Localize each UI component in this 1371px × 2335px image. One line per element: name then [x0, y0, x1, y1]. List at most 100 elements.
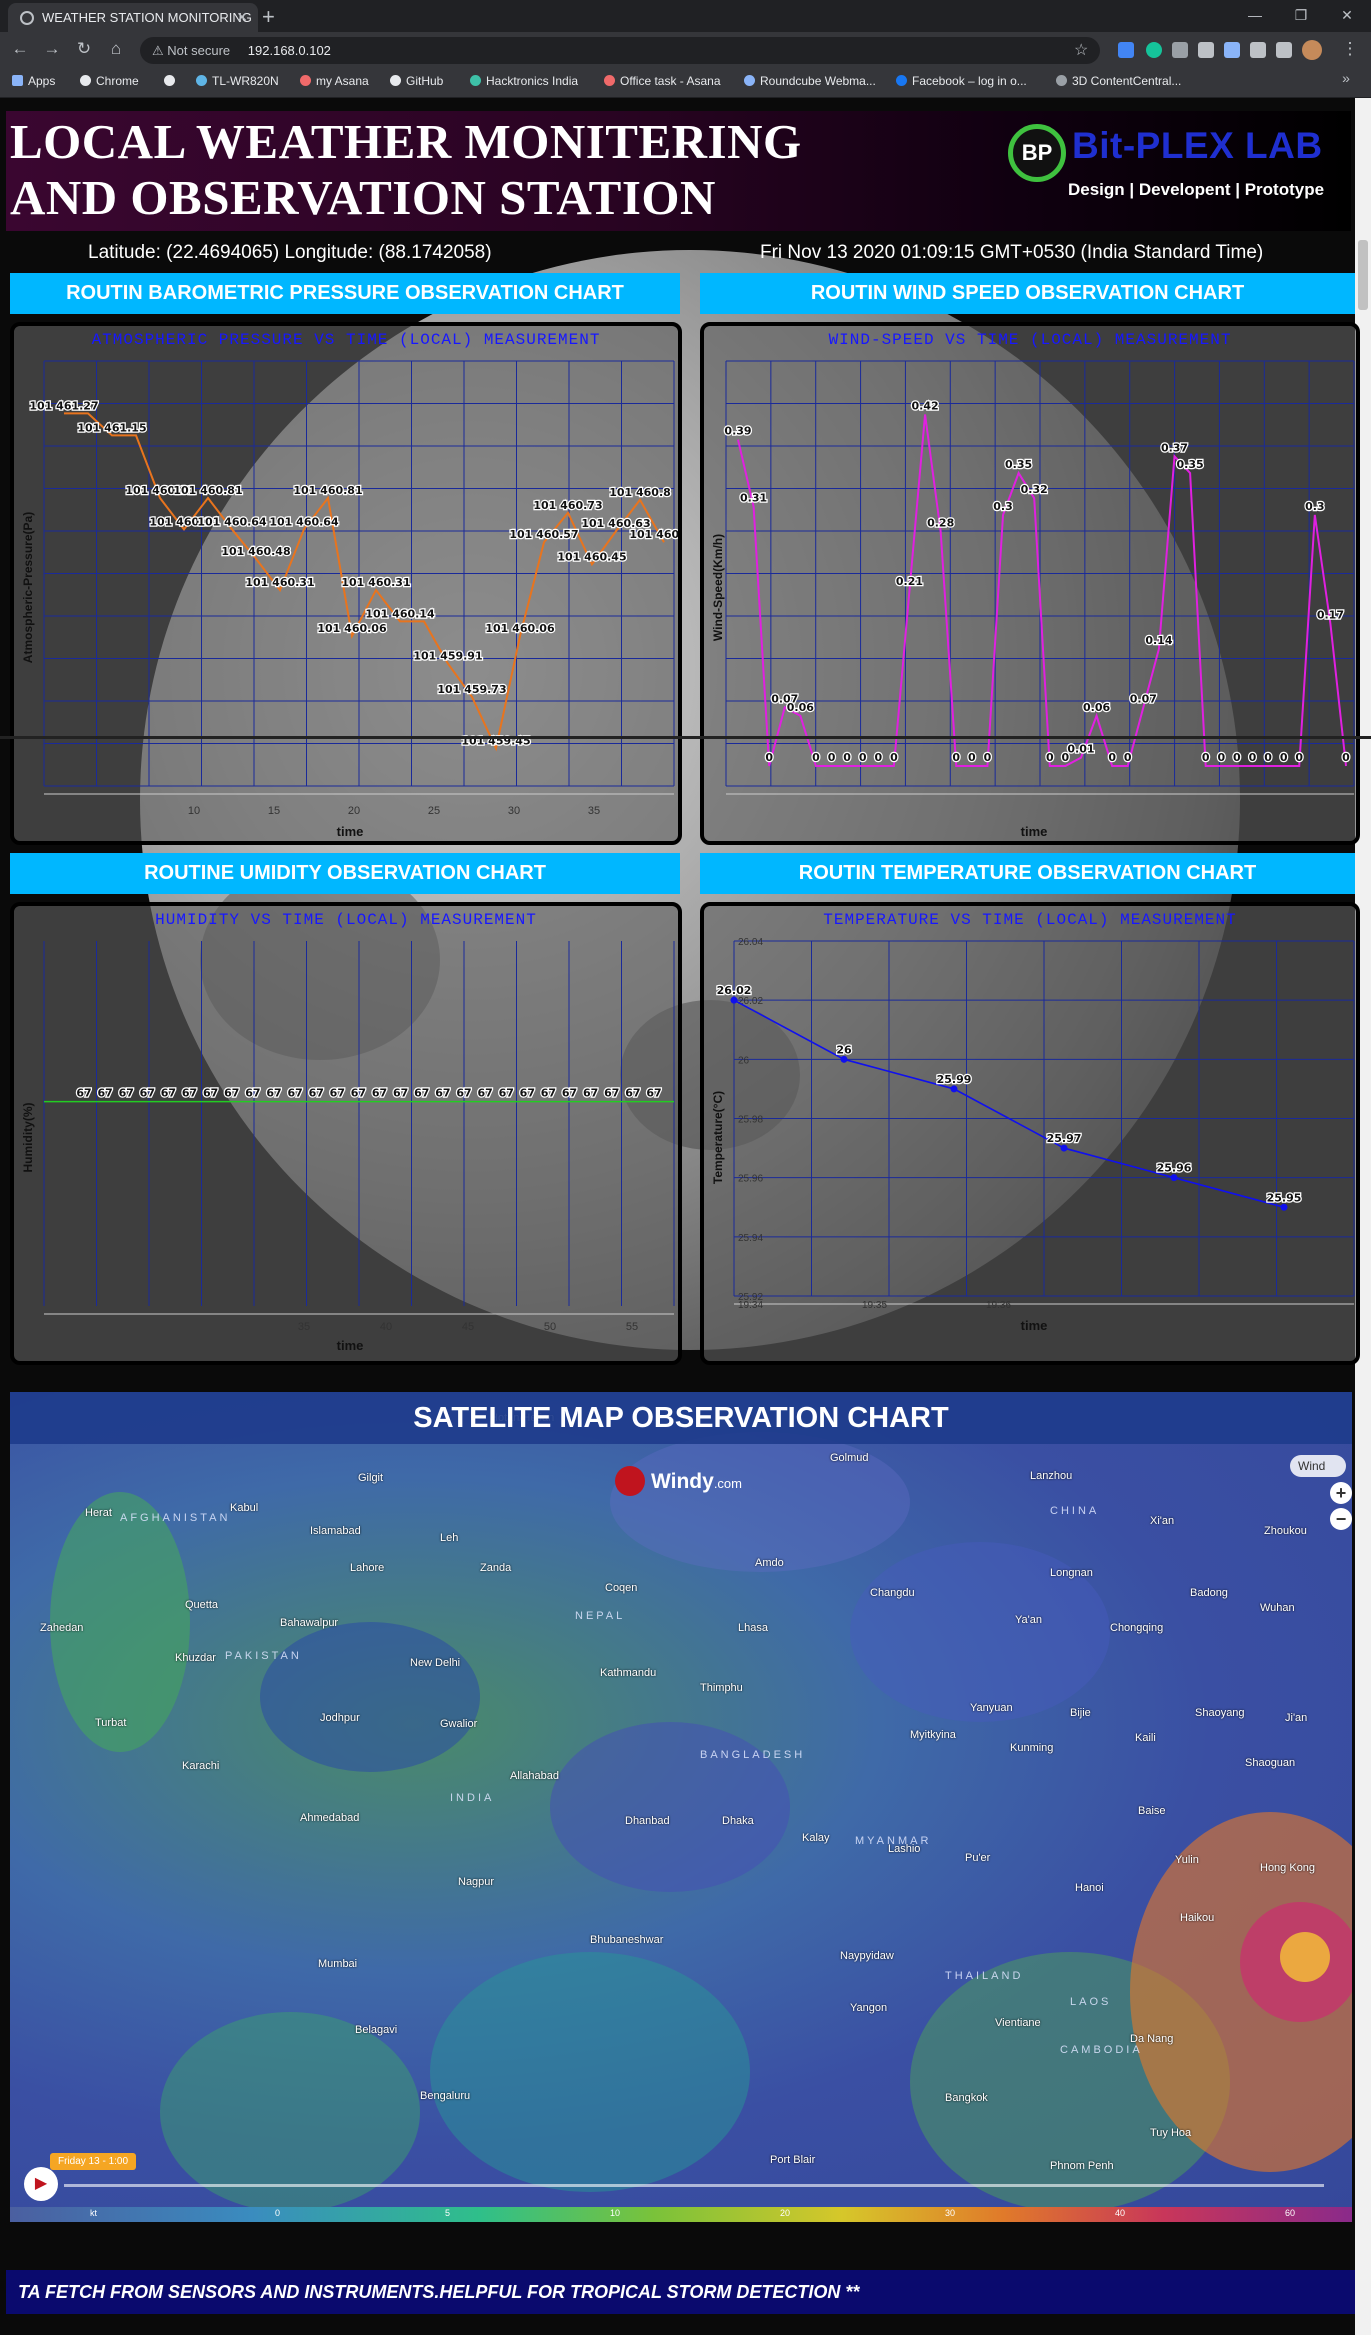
map-city-label: Allahabad — [510, 1770, 559, 1782]
bookmark-apps[interactable]: Apps — [12, 74, 55, 88]
data-point — [1280, 1203, 1288, 1211]
back-icon[interactable]: ← — [8, 39, 32, 59]
data-label: 0.21 — [896, 575, 923, 588]
data-label: 25.96 — [1157, 1162, 1192, 1175]
data-label: 0 — [968, 751, 976, 764]
restore-icon[interactable]: ❐ — [1278, 2, 1324, 28]
data-label: 67 — [499, 1087, 514, 1100]
zoom-out-button[interactable]: − — [1330, 1508, 1352, 1530]
map-timeline-slider[interactable] — [64, 2184, 1324, 2187]
extension-grammarly-icon[interactable] — [1146, 42, 1162, 58]
window-close-icon[interactable]: ✕ — [1324, 2, 1370, 28]
data-label: 0 — [1264, 751, 1272, 764]
legend-tick-label: 5 — [445, 2208, 451, 2218]
puzzle-icon[interactable] — [1276, 42, 1292, 58]
data-label: 0 — [984, 751, 992, 764]
url-text: 192.168.0.102 — [247, 43, 331, 58]
data-label: 101 460.8 — [609, 486, 671, 499]
map-city-label: Herat — [85, 1507, 112, 1519]
bookmark-github[interactable]: GitHub — [390, 74, 443, 88]
reload-icon[interactable]: ↻ — [72, 39, 96, 59]
x-tick-label: 19:36 — [986, 1300, 1011, 1311]
data-label: 0 — [843, 751, 851, 764]
map-layer-selector[interactable]: Wind — [1290, 1455, 1346, 1477]
map-city-label: Phnom Penh — [1050, 2160, 1114, 2172]
map-city-label: Turbat — [95, 1717, 127, 1729]
data-label: 0.17 — [1317, 609, 1344, 622]
close-tab-icon[interactable]: ✕ — [236, 3, 248, 32]
home-icon[interactable]: ⌂ — [104, 39, 128, 59]
data-label: 0.07 — [1130, 692, 1157, 705]
data-label: 0 — [1342, 751, 1350, 764]
data-label: 0.31 — [740, 492, 767, 505]
y-tick-label: 25.96 — [738, 1174, 763, 1185]
data-label: 25.99 — [937, 1073, 972, 1086]
data-label: 101 460.64 — [197, 515, 267, 528]
x-axis-label: time — [337, 1338, 364, 1353]
data-label: 101 461.27 — [29, 399, 98, 412]
bookmark-3d-contentcentral[interactable]: 3D ContentCentral... — [1056, 74, 1181, 88]
scrollbar-thumb[interactable] — [1358, 240, 1368, 310]
zoom-in-button[interactable]: + — [1330, 1482, 1352, 1504]
browser-tab[interactable]: WEATHER STATION MONITORING ✕ — [8, 3, 258, 32]
data-label: 0 — [1295, 751, 1303, 764]
tab-title: WEATHER STATION MONITORING — [42, 10, 252, 25]
data-label: 101 461.15 — [77, 421, 146, 434]
legend-tick-label: 10 — [610, 2208, 621, 2218]
map-city-label: Badong — [1190, 1587, 1228, 1599]
new-tab-icon[interactable]: + — [262, 4, 275, 30]
data-label: 0 — [828, 751, 836, 764]
data-label: 0 — [1249, 751, 1257, 764]
data-label: 101 460.57 — [629, 528, 682, 541]
extension-icon[interactable] — [1224, 42, 1240, 58]
bookmark-google[interactable] — [164, 74, 180, 88]
minimize-icon[interactable]: — — [1232, 2, 1278, 28]
data-label: 67 — [625, 1087, 640, 1100]
map-city-label: Naypyidaw — [840, 1950, 894, 1962]
bookmark-hacktronics[interactable]: Hacktronics India — [470, 74, 578, 88]
bookmarks-overflow-icon[interactable]: » — [1334, 70, 1358, 86]
map-country-label: NEPAL — [575, 1610, 626, 1622]
address-bar[interactable]: ⚠ Not secure 192.168.0.102 — [140, 37, 1100, 64]
bookmark-roundcube[interactable]: Roundcube Webma... — [744, 74, 876, 88]
menu-kebab-icon[interactable]: ⋮ — [1338, 39, 1362, 59]
x-tick-label: 55 — [626, 1321, 638, 1333]
bookmark-star-icon[interactable]: ☆ — [1074, 40, 1088, 60]
data-label: 25.97 — [1047, 1132, 1082, 1145]
bookmark-chrome[interactable]: Chrome — [80, 74, 139, 88]
y-tick-label: 26 — [738, 1055, 750, 1066]
forward-icon[interactable]: → — [40, 39, 64, 59]
location-coordinates: Latitude: (22.4694065) Longitude: (88.17… — [88, 242, 492, 263]
avatar[interactable] — [1302, 40, 1322, 60]
warning-icon: ⚠ — [152, 43, 164, 58]
bookmark-asana[interactable]: my Asana — [300, 74, 369, 88]
current-datetime: Fri Nov 13 2020 01:09:15 GMT+0530 (India… — [760, 242, 1264, 263]
satellite-wind-map[interactable]: Hotan/HetianGolmudLanzhouGilgitKabulHera… — [10, 1392, 1352, 2222]
windy-logo[interactable]: Windy.com — [615, 1466, 742, 1496]
map-city-label: Kathmandu — [600, 1667, 657, 1679]
data-label: 101 460.81 — [173, 484, 242, 497]
legend-tick-label: 20 — [780, 2208, 791, 2218]
map-city-label: Gwalior — [440, 1718, 478, 1730]
data-label: 0.06 — [787, 701, 814, 714]
extension-icon[interactable] — [1198, 42, 1214, 58]
bookmark-facebook[interactable]: Facebook – log in o... — [896, 74, 1027, 88]
extension-icon[interactable] — [1250, 42, 1266, 58]
extension-calendar-icon[interactable] — [1118, 42, 1134, 58]
map-city-label: Nagpur — [458, 1876, 495, 1888]
x-tick-label: 10 — [188, 805, 200, 817]
bookmark-tl-wr820n[interactable]: TL-WR820N — [196, 74, 279, 88]
map-city-label: Bahawalpur — [280, 1617, 339, 1629]
map-city-label: Yangon — [850, 2002, 888, 2014]
data-label: 0.39 — [724, 425, 751, 438]
bookmark-office-task[interactable]: Office task - Asana — [604, 74, 721, 88]
extension-icon[interactable] — [1172, 42, 1188, 58]
y-axis-label: Atmospheric-Pressure(Pa) — [21, 512, 35, 663]
play-icon[interactable]: ▶ — [24, 2167, 58, 2201]
temperature-series-line — [733, 999, 1285, 1209]
data-label: 0 — [1124, 751, 1132, 764]
data-label: 0.3 — [1305, 500, 1325, 513]
map-city-label: Myitkyina — [910, 1729, 956, 1741]
x-tick-label: 20 — [348, 805, 360, 817]
wind-section-header: ROUTIN WIND SPEED OBSERVATION CHART — [700, 273, 1355, 314]
